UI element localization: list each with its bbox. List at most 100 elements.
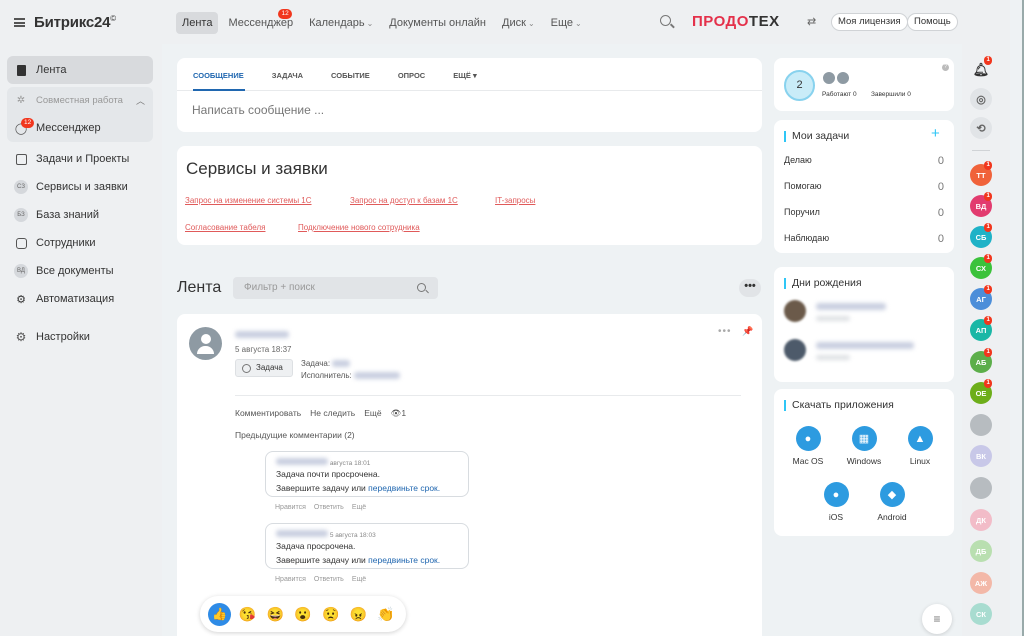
app-ios[interactable]: ● iOS — [808, 482, 864, 522]
tab-documents[interactable]: Документы онлайн — [383, 12, 492, 34]
sidebar-item-tasks[interactable]: Задачи и Проекты — [7, 145, 153, 173]
previous-comments-link[interactable]: Предыдущие комментарии (2) — [235, 430, 355, 440]
chevron-up-icon[interactable]: ︿ — [136, 94, 145, 107]
tab-message[interactable]: СООБЩЕНИЕ — [193, 71, 244, 86]
author-avatar[interactable] — [189, 327, 222, 360]
swap-icon[interactable]: ⇄ — [807, 15, 816, 28]
more-link[interactable]: Ещё — [352, 576, 366, 583]
like-icon[interactable]: 👍 — [208, 602, 232, 626]
service-link-1c-access[interactable]: Запрос на доступ к базам 1С — [350, 196, 458, 205]
tab-more[interactable]: Еще ⌄ — [545, 12, 588, 34]
user-chat-avatar[interactable]: АГ 1 — [970, 285, 993, 310]
sidebar-item-documents[interactable]: ВД Все документы — [7, 257, 153, 285]
user-chat-avatar[interactable]: СК — [970, 603, 992, 625]
task-row-doing[interactable]: Делаю 0 — [784, 155, 944, 167]
user-chat-avatar[interactable]: ВК — [970, 445, 992, 467]
app-linux[interactable]: ▲ Linux — [892, 426, 948, 466]
post-menu-icon[interactable]: ••• — [718, 326, 732, 337]
sidebar-item-services[interactable]: СЗ Сервисы и заявки — [7, 173, 153, 201]
reply-link[interactable]: Ответить — [314, 504, 344, 511]
birthday-avatar[interactable] — [784, 300, 806, 322]
user-chat-avatar[interactable]: АБ 1 — [970, 348, 993, 373]
tab-poll[interactable]: ОПРОС — [398, 71, 425, 86]
service-link-new-employee[interactable]: Подключение нового сотрудника — [298, 223, 420, 232]
working-label: Работают 0 — [822, 91, 857, 98]
user-chat-avatar[interactable]: АП 1 — [970, 316, 993, 341]
birthday-avatar[interactable] — [784, 339, 806, 361]
task-chip[interactable]: Задача — [235, 359, 293, 377]
user-chat-avatar[interactable]: ТТ 1 — [970, 161, 993, 186]
sidebar-item-collab[interactable]: ✲ Совместная работа ︿ — [7, 87, 153, 114]
wonder-emoji-icon[interactable]: 😮 — [291, 603, 314, 626]
sidebar-item-messenger[interactable]: ◯ 12 Мессенджер — [7, 114, 153, 142]
my-license-button[interactable]: Моя лицензия — [831, 13, 908, 31]
user-chat-avatar[interactable]: СХ 1 — [970, 254, 993, 279]
comment-actions: Нравится Ответить Ещё — [275, 504, 366, 511]
kiss-emoji-icon[interactable]: 😘 — [236, 603, 259, 626]
tab-event[interactable]: СОБЫТИЕ — [331, 71, 370, 86]
more-link[interactable]: Ещё — [352, 504, 366, 511]
chat-history-icon[interactable]: ⟲ — [970, 117, 992, 139]
tab-calendar[interactable]: Календарь ⌄ — [303, 12, 379, 34]
tab-feed[interactable]: Лента — [176, 12, 219, 34]
postpone-deadline-link[interactable]: передвиньте срок. — [368, 483, 440, 493]
user-chat-avatar[interactable]: ДБ — [970, 540, 992, 562]
feed-more-button[interactable]: ••• — [739, 279, 761, 297]
service-link-it[interactable]: IT-запросы — [495, 196, 535, 205]
add-task-button[interactable]: + — [931, 125, 940, 142]
postpone-deadline-link[interactable]: передвиньте срок. — [368, 555, 440, 565]
task-row-assigned[interactable]: Поручил 0 — [784, 207, 944, 219]
sidebar-item-employees[interactable]: Сотрудники — [7, 229, 153, 257]
user-chat-avatar[interactable] — [970, 477, 992, 499]
sidebar-item-knowledge[interactable]: БЗ База знаний — [7, 201, 153, 229]
menu-burger-icon[interactable] — [14, 17, 25, 27]
logo[interactable]: Битрикс24© — [34, 14, 116, 31]
tab-more[interactable]: ЕЩЁ ▾ — [453, 71, 477, 86]
birthday-name-blurred[interactable] — [816, 342, 914, 349]
copilot-icon[interactable]: ◎ — [970, 88, 992, 110]
efficiency-counter[interactable]: 2 — [784, 70, 815, 101]
tab-messenger[interactable]: Мессенджер 12 — [222, 9, 299, 34]
tab-disk[interactable]: Диск ⌄ — [496, 12, 541, 34]
help-button[interactable]: Помощь — [907, 13, 958, 31]
task-row-watching[interactable]: Наблюдаю 0 — [784, 233, 944, 245]
user-chat-avatar[interactable]: ОЕ 1 — [970, 379, 993, 404]
app-android[interactable]: ◆ Android — [864, 482, 920, 522]
like-link[interactable]: Нравится — [275, 504, 306, 511]
bell-icon[interactable]: 🔔︎ 1 — [970, 56, 993, 81]
reply-link[interactable]: Ответить — [314, 576, 344, 583]
user-chat-avatar[interactable]: СБ 1 — [970, 223, 993, 248]
open-chat-list-icon[interactable]: ≡ — [922, 604, 952, 634]
task-row-helping[interactable]: Помогаю 0 — [784, 181, 944, 193]
my-tasks-title[interactable]: Мои задачи — [784, 131, 849, 142]
service-link-1c-change[interactable]: Запрос на изменение системы 1С — [185, 196, 312, 205]
comment-link[interactable]: Комментировать — [235, 408, 301, 419]
app-windows[interactable]: ▦ Windows — [836, 426, 892, 466]
like-link[interactable]: Нравится — [275, 576, 306, 583]
app-macos[interactable]: ● Mac OS — [780, 426, 836, 466]
tab-task[interactable]: ЗАДАЧА — [272, 71, 303, 86]
sidebar-item-feed[interactable]: Лента — [7, 56, 153, 84]
unfollow-link[interactable]: Не следить — [310, 408, 355, 419]
user-chat-avatar[interactable]: АЖ — [970, 572, 992, 594]
help-icon[interactable]: ? — [942, 64, 949, 71]
facepalm-emoji-icon[interactable]: 👏 — [375, 603, 398, 626]
post-date[interactable]: 5 августа 18:37 — [235, 345, 291, 354]
search-icon[interactable] — [417, 283, 426, 292]
search-icon[interactable] — [660, 15, 671, 26]
pin-icon[interactable]: 📌 — [742, 326, 753, 337]
sidebar-item-settings[interactable]: ⚙ Настройки — [7, 323, 153, 351]
user-chat-avatar[interactable] — [970, 414, 992, 436]
feed-filter-input[interactable]: Фильтр + поиск — [233, 277, 438, 299]
more-link[interactable]: Ещё — [364, 408, 381, 419]
sad-emoji-icon[interactable]: 😟 — [319, 603, 342, 626]
user-chat-avatar[interactable]: ВД 1 — [970, 192, 993, 217]
author-name-blurred[interactable] — [235, 331, 289, 338]
service-link-timesheet[interactable]: Согласование табеля — [185, 223, 266, 232]
sidebar-item-automation[interactable]: ⚙ Автоматизация — [7, 285, 153, 313]
angry-emoji-icon[interactable]: 😠 — [347, 603, 370, 626]
message-input[interactable]: Написать сообщение ... — [192, 103, 324, 117]
user-chat-avatar[interactable]: ДК — [970, 509, 992, 531]
birthday-name-blurred[interactable] — [816, 303, 886, 310]
laugh-emoji-icon[interactable]: 😆 — [264, 603, 287, 626]
